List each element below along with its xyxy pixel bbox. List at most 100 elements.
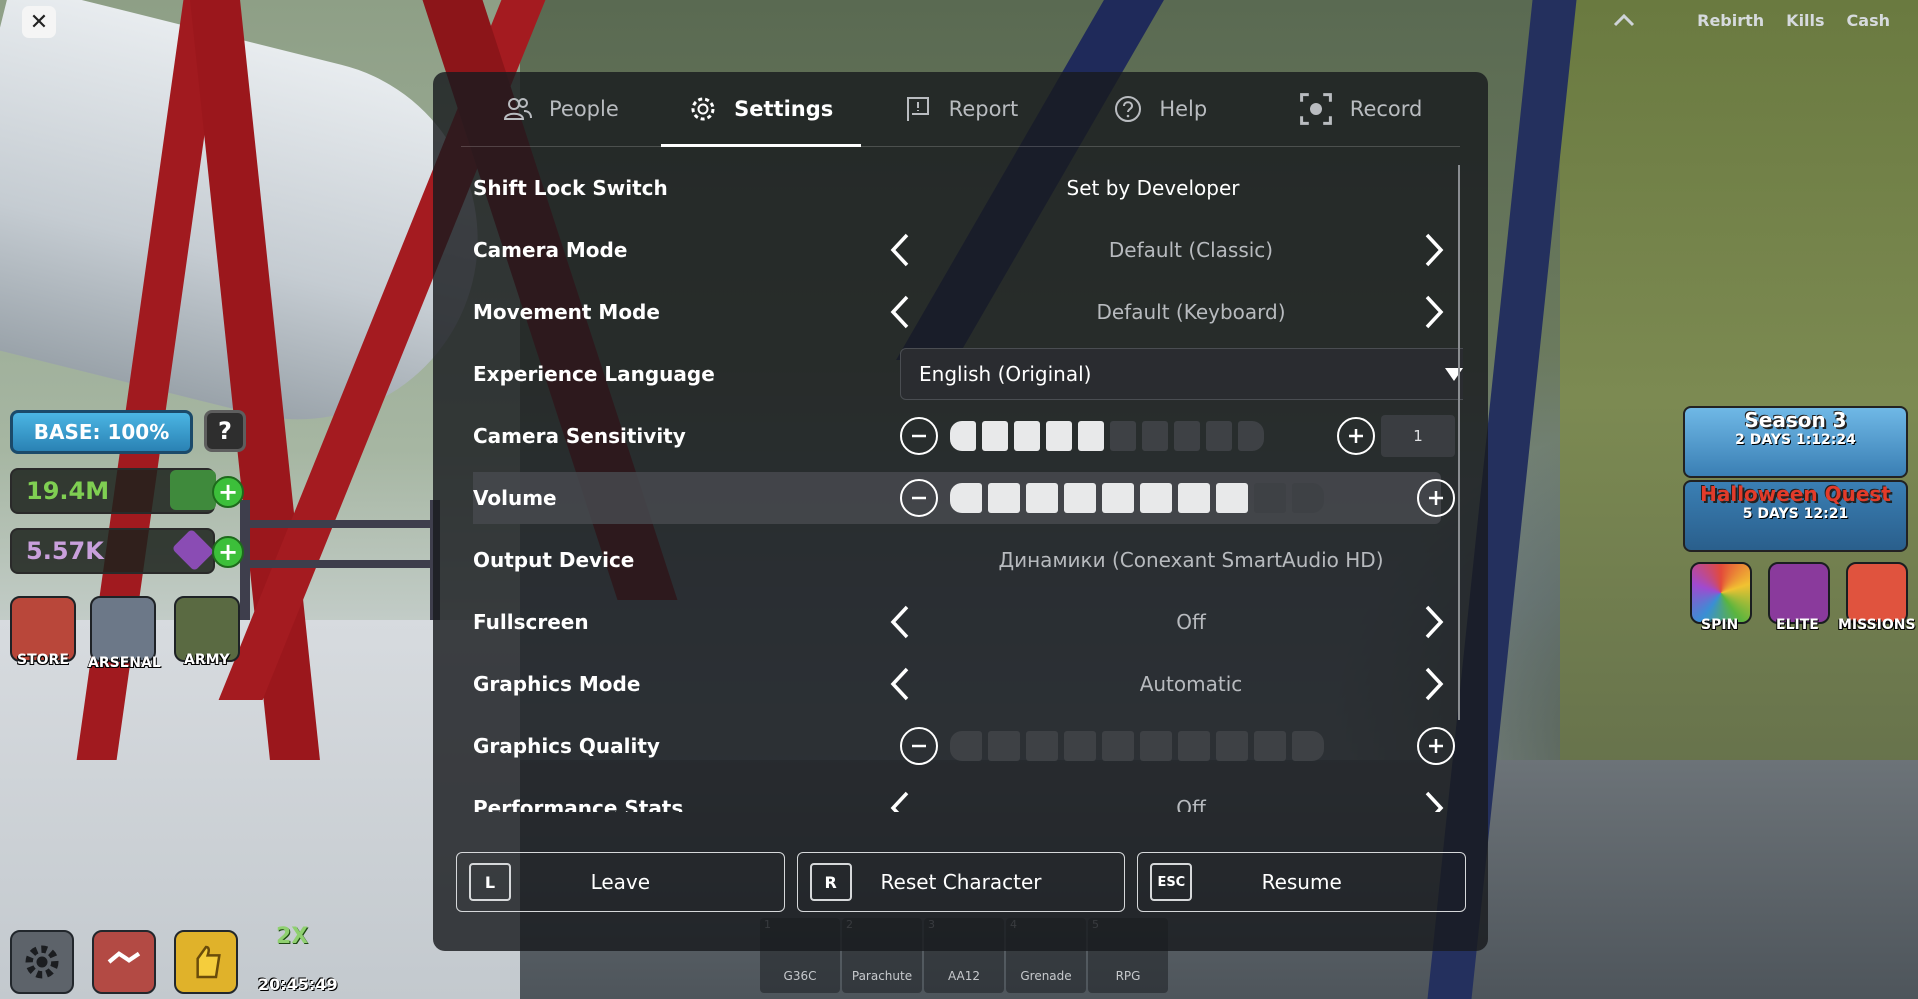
slider-segment[interactable] [950,421,976,451]
next-option-button[interactable] [1417,786,1451,812]
slider-segment[interactable] [988,731,1020,761]
slider-segment[interactable] [1078,421,1104,451]
setting-label: Movement Mode [473,300,660,324]
slider-segment[interactable] [1238,421,1264,451]
tab-help[interactable]: Help [1060,72,1260,146]
flag-icon [906,97,929,121]
help-button[interactable]: ? [204,410,246,452]
slider-segment[interactable] [1292,731,1324,761]
next-option-button[interactable] [1417,290,1451,334]
decrease-button[interactable] [900,417,938,455]
setting-output-device: Output Device Динамики (Conexant SmartAu… [473,534,1441,586]
setting-fullscreen: Fullscreen Off [473,596,1444,648]
slider-segment[interactable] [950,731,982,761]
next-option-button[interactable] [1417,228,1451,272]
spin-button[interactable] [1690,562,1752,624]
slider-segment[interactable] [1178,731,1210,761]
resume-label: Resume [1261,870,1342,894]
next-option-button[interactable] [1417,600,1451,644]
slider-segment[interactable] [1142,421,1168,451]
slider-segment[interactable] [1206,421,1232,451]
slider-segment[interactable] [1064,731,1096,761]
add-cash-button[interactable]: + [212,476,244,508]
chevron-right-icon [1425,667,1444,701]
increase-button[interactable] [1417,727,1455,765]
setting-label: Performance Stats [473,796,684,812]
gear-icon [25,945,59,979]
slider-segment[interactable] [1140,731,1172,761]
tab-report-label: Report [948,97,1019,121]
slider-segment[interactable] [1254,731,1286,761]
setting-label: Graphics Quality [473,734,660,758]
sensitivity-input[interactable]: 1 [1381,415,1455,457]
scrollbar[interactable] [1458,165,1460,720]
slider-segment[interactable] [1254,483,1286,513]
chevron-right-icon [1425,791,1444,812]
chevron-up-icon[interactable] [1613,8,1635,32]
arsenal-label: ARSENAL [88,655,161,671]
trade-button[interactable] [92,930,156,994]
slider-segment[interactable] [1140,483,1172,513]
setting-label: Shift Lock Switch [473,176,668,200]
reset-character-button[interactable]: R Reset Character [796,852,1126,912]
resume-button[interactable]: ESC Resume [1137,852,1467,912]
setting-value: Default (Keyboard) [1096,300,1286,324]
slider-segment[interactable] [950,483,982,513]
slider-segment[interactable] [1102,483,1134,513]
halloween-title: Halloween Quest [1700,482,1891,506]
slider-segment[interactable] [988,483,1020,513]
like-button[interactable] [174,930,238,994]
menu-tabs: People Settings Report Help Record [461,72,1460,147]
slider-segment[interactable] [1026,483,1058,513]
slider-segment[interactable] [982,421,1008,451]
setting-value: Set by Developer [1066,176,1240,200]
keycap-l: L [469,863,511,901]
setting-value[interactable]: Динамики (Conexant SmartAudio HD) [900,548,1463,572]
slider-segment[interactable] [1216,731,1248,761]
settings-button[interactable] [10,930,74,994]
close-button[interactable]: ✕ [22,6,56,38]
cash-stack-icon [170,470,216,510]
volume-slider[interactable] [950,483,1324,513]
next-option-button[interactable] [1417,662,1451,706]
slider-segment[interactable] [1026,731,1058,761]
tab-record[interactable]: Record [1260,72,1460,146]
slider-segment[interactable] [1174,421,1200,451]
increase-button[interactable] [1417,479,1455,517]
increase-button[interactable] [1337,417,1375,455]
store-label: STORE [17,652,69,668]
missions-button[interactable] [1846,562,1908,624]
minus-icon [912,744,926,748]
close-icon: ✕ [29,9,49,35]
slider-segment[interactable] [1292,483,1324,513]
leave-button[interactable]: L Leave [456,852,785,912]
slider-segment[interactable] [1178,483,1210,513]
decrease-button[interactable] [900,479,938,517]
graphics-quality-slider[interactable] [950,731,1324,761]
slider-segment[interactable] [1046,421,1072,451]
halloween-quest-card[interactable]: Halloween Quest 5 DAYS 12:21 [1683,480,1908,552]
season-card[interactable]: Season 3 2 DAYS 1:12:24 [1683,406,1908,478]
slider-segment[interactable] [1014,421,1040,451]
language-dropdown[interactable]: English (Original) [900,348,1463,400]
add-gems-button[interactable]: + [212,536,244,568]
setting-value: Off [1176,796,1206,812]
decrease-button[interactable] [900,727,938,765]
setting-label: Camera Sensitivity [473,424,686,448]
elite-button[interactable] [1768,562,1830,624]
tab-settings[interactable]: Settings [660,72,861,147]
slider-segment[interactable] [1102,731,1134,761]
slider-segment[interactable] [1064,483,1096,513]
arsenal-button[interactable] [90,596,156,662]
chevron-right-icon [1425,233,1444,267]
setting-label: Volume [473,486,557,510]
tab-people[interactable]: People [461,72,661,146]
chevron-right-icon [1425,295,1444,329]
tab-report[interactable]: Report [861,72,1061,146]
sensitivity-slider[interactable] [950,421,1264,451]
setting-value: Default (Classic) [1108,238,1274,262]
slider-segment[interactable] [1110,421,1136,451]
setting-volume: Volume [473,472,1455,524]
setting-label: Experience Language [473,362,715,386]
slider-segment[interactable] [1216,483,1248,513]
